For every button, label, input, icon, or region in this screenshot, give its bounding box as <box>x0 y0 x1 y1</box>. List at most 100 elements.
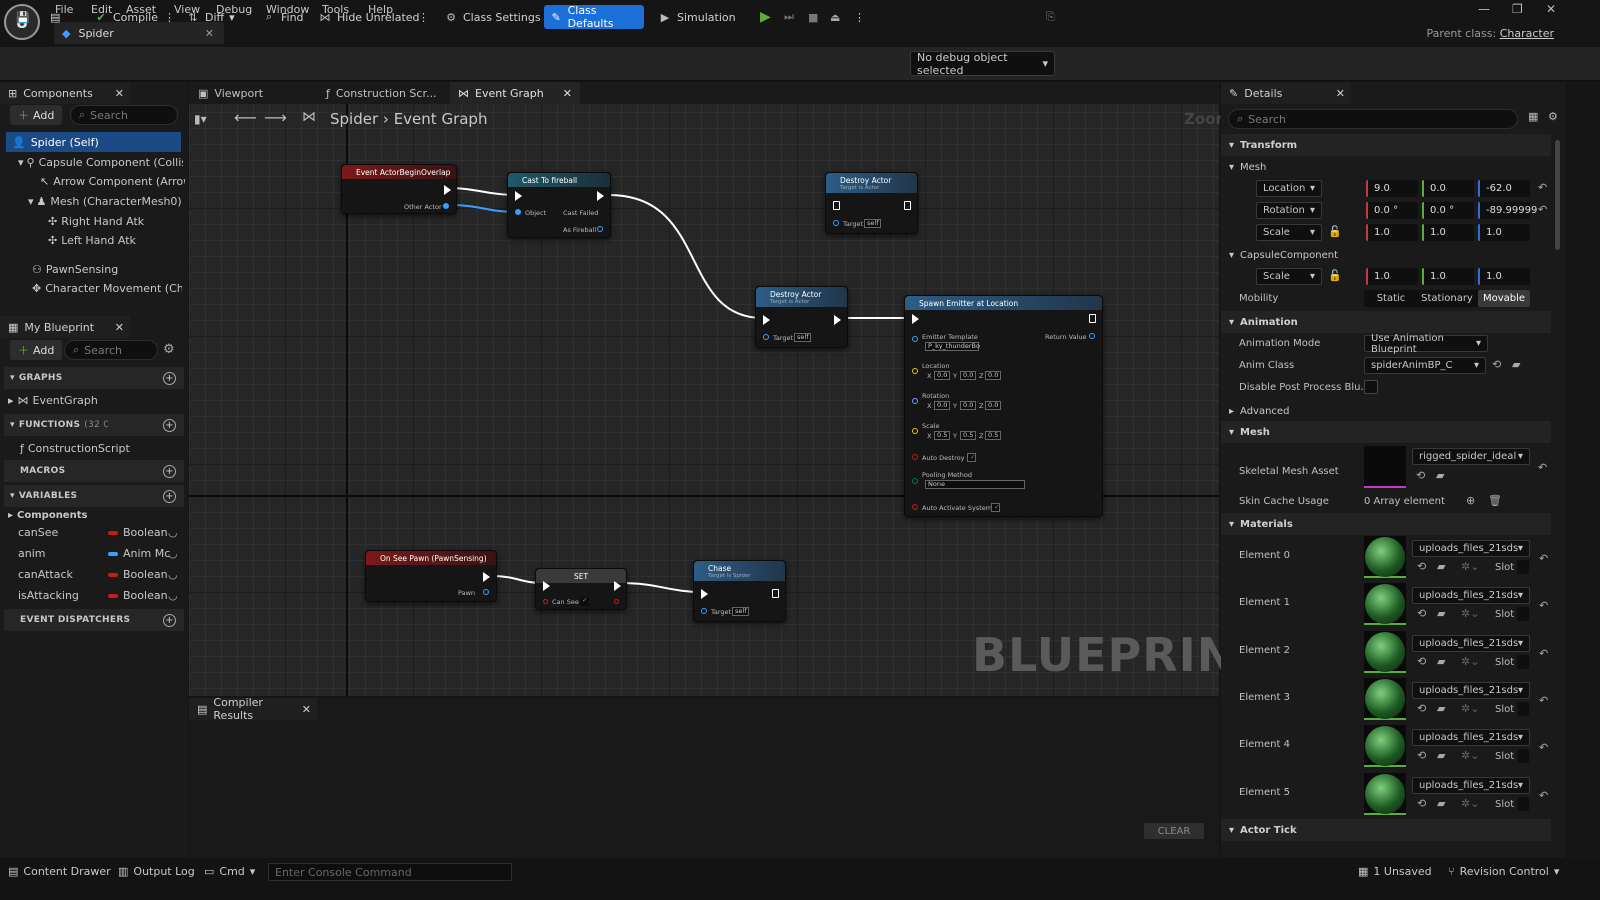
close-icon[interactable]: ✕ <box>302 703 311 716</box>
scale-y-field[interactable]: 0.5 <box>960 431 977 440</box>
slot-field[interactable] <box>1517 654 1529 669</box>
slot-field[interactable] <box>1517 560 1529 574</box>
location-x-field[interactable]: 0.0 <box>934 371 951 380</box>
advanced-subsection[interactable]: ▸ Advanced <box>1221 400 1551 422</box>
node-event-actor-begin-overlap[interactable]: Event ActorBeginOverlap Other Actor <box>341 164 457 214</box>
use-selected-icon[interactable]: ⟲ <box>1417 749 1426 762</box>
animation-section[interactable]: ▾ Animation <box>1221 311 1551 333</box>
scale-y-field[interactable]: 1.0 <box>1422 224 1474 241</box>
material-select[interactable]: uploads_files_21sds0! ▾ <box>1412 681 1530 699</box>
use-selected-icon[interactable]: ⟲ <box>1492 358 1501 371</box>
use-selected-icon[interactable]: ⟲ <box>1417 655 1426 668</box>
scale-x-field[interactable]: 1.0 <box>1366 224 1418 241</box>
target-pin[interactable] <box>701 608 707 614</box>
lock-icon[interactable]: 🔓 <box>1328 225 1342 238</box>
target-self-box[interactable]: self <box>732 607 750 616</box>
location-mode-select[interactable]: Location ▾ <box>1256 180 1322 197</box>
reset-icon[interactable]: ↶ <box>1539 741 1548 754</box>
rotation-z-field[interactable]: -89.99999 <box>1478 202 1537 219</box>
use-selected-icon[interactable]: ⟲ <box>1416 469 1425 482</box>
components-search-input[interactable]: ⌕ Search <box>70 105 178 125</box>
emitter-template-select[interactable]: P_ky_thunderBo <box>925 342 980 351</box>
rotation-y-field[interactable]: 0.0 ° <box>1422 202 1474 219</box>
browse-icon[interactable]: ▰ <box>1437 797 1445 810</box>
mobility-static[interactable]: Static <box>1366 290 1416 307</box>
add-member-button[interactable]: ＋ Add <box>10 340 63 360</box>
exec-in-pin[interactable] <box>515 191 522 201</box>
variable-item-isAttacking[interactable]: isAttacking Boolean ◡ <box>0 585 188 606</box>
node-chase[interactable]: Chase Target is Spider Target self <box>693 560 786 622</box>
close-icon[interactable]: ✕ <box>115 321 124 334</box>
components-tab[interactable]: ⊞ Components ✕ <box>0 82 130 104</box>
variable-item-anim[interactable]: anim Anim Mc ◡ <box>0 543 188 564</box>
emitter-template-pin[interactable] <box>912 336 918 342</box>
add-function-icon[interactable]: + <box>163 418 176 432</box>
actor-tick-section[interactable]: ▾ Actor Tick <box>1221 819 1551 841</box>
details-tab[interactable]: ✎ Details ✕ <box>1221 82 1351 104</box>
functions-section[interactable]: ▾FUNCTIONS(32 OVERRIDABLE) + <box>4 414 184 436</box>
variable-item-canSee[interactable]: canSee Boolean ◡ <box>0 522 188 543</box>
minimize-icon[interactable]: — <box>1478 2 1490 16</box>
exec-out-pin[interactable] <box>772 589 779 598</box>
browse-icon[interactable]: ▤ <box>44 5 66 29</box>
hide-unrelated-button[interactable]: ⋈ Hide Unrelated <box>312 5 426 29</box>
material-options-icon[interactable]: ✲⌄ <box>1461 607 1479 620</box>
unsaved-button[interactable]: ▦ 1 Unsaved <box>1358 861 1432 881</box>
class-settings-button[interactable]: ⚙ Class Settings <box>438 5 547 29</box>
use-selected-icon[interactable]: ⟲ <box>1417 560 1426 573</box>
debug-filter-icon[interactable]: ⎘ <box>1040 5 1061 29</box>
diff-button[interactable]: ⇅ Diff ▾ <box>180 5 241 29</box>
browse-icon[interactable]: ▰ <box>1437 702 1445 715</box>
scale-x-field[interactable]: 0.5 <box>934 431 951 440</box>
exec-out-pin[interactable] <box>1089 314 1096 323</box>
exec-in-pin[interactable] <box>763 315 770 325</box>
tree-item-self[interactable]: 👤 Spider (Self) <box>6 132 181 152</box>
simulation-button[interactable]: ▶ Simulation <box>652 5 742 29</box>
eye-icon[interactable]: ◡ <box>168 547 178 560</box>
can-see-out-pin[interactable] <box>614 599 619 604</box>
revision-control-button[interactable]: ⑂ Revision Control ▾ <box>1448 861 1559 881</box>
stop-icon[interactable]: ■ <box>802 5 824 29</box>
location-pin[interactable] <box>912 368 918 374</box>
use-selected-icon[interactable]: ⟲ <box>1417 797 1426 810</box>
scale-z-field[interactable]: 1.0 <box>1478 224 1530 241</box>
material-select[interactable]: uploads_files_21sds0! ▾ <box>1412 634 1530 652</box>
debug-object-select[interactable]: No debug object selected ▾ <box>910 51 1055 77</box>
slot-field[interactable] <box>1517 749 1529 764</box>
browse-icon[interactable]: ▰ <box>1437 655 1445 668</box>
graph-item-eventgraph[interactable]: ▸ ⋈ EventGraph <box>8 390 178 410</box>
transform-section[interactable]: ▾ Transform <box>1221 134 1551 156</box>
eye-icon[interactable]: ◡ <box>168 568 178 581</box>
console-input[interactable]: Enter Console Command <box>268 863 512 881</box>
forward-arrow-icon[interactable]: ⟶ <box>264 108 287 127</box>
eye-icon[interactable]: ◡ <box>168 526 178 539</box>
browse-icon[interactable]: ▰ <box>1512 358 1520 371</box>
save-icon[interactable]: 💾 <box>10 5 36 29</box>
exec-out-pin[interactable] <box>834 315 841 325</box>
return-value-pin[interactable] <box>1089 333 1095 339</box>
more-options-icon[interactable]: ⋮ <box>412 5 435 29</box>
slot-field[interactable] <box>1517 701 1529 716</box>
exec-out-pin[interactable] <box>483 572 490 582</box>
exec-out-pin[interactable] <box>597 191 604 201</box>
node-on-see-pawn[interactable]: On See Pawn (PawnSensing) Pawn <box>365 550 497 602</box>
location-z-field[interactable]: -62.0 <box>1478 180 1530 197</box>
add-element-icon[interactable]: ⊕ <box>1466 494 1475 507</box>
rotation-z-field[interactable]: 0.0 <box>985 401 1002 410</box>
my-blueprint-search-input[interactable]: ⌕ Search <box>64 340 158 360</box>
rotation-x-field[interactable]: 0.0 ° <box>1366 202 1418 219</box>
eye-icon[interactable]: ◡ <box>168 589 178 602</box>
pooling-method-select[interactable]: None <box>925 480 1025 489</box>
material-thumbnail[interactable] <box>1364 725 1406 768</box>
exec-in-pin[interactable] <box>833 201 840 210</box>
material-options-icon[interactable]: ✲⌄ <box>1461 655 1479 668</box>
scale-mode-select[interactable]: Scale ▾ <box>1256 224 1322 241</box>
add-component-button[interactable]: ＋ Add <box>10 105 63 125</box>
play-options-icon[interactable]: ⋮ <box>848 5 871 29</box>
close-icon[interactable]: ✕ <box>115 87 124 100</box>
node-spawn-emitter-at-location[interactable]: Spawn Emitter at Location Emitter Templa… <box>904 295 1103 517</box>
reset-icon[interactable]: ↶ <box>1539 694 1548 707</box>
location-y-field[interactable]: 0.0 <box>960 371 977 380</box>
mobility-stationary[interactable]: Stationary <box>1418 290 1476 307</box>
auto-activate-pin[interactable] <box>912 504 918 510</box>
